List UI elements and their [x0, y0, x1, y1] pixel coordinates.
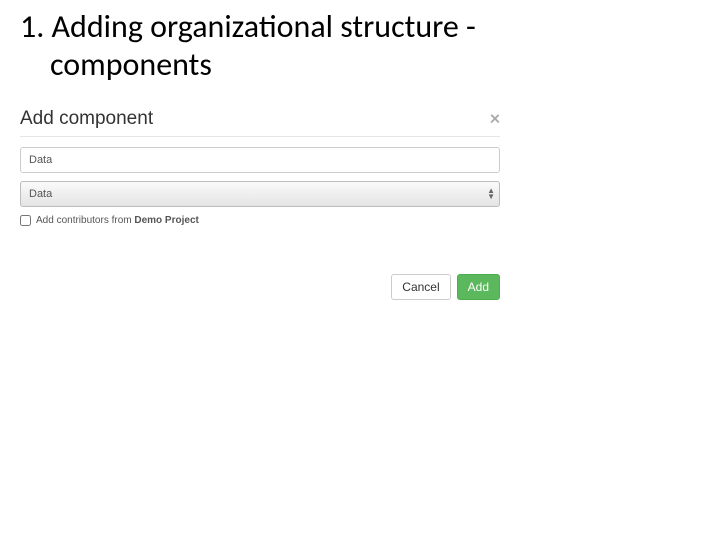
cancel-button[interactable]: Cancel	[391, 274, 450, 300]
slide-title: 1. Adding organizational structure - com…	[0, 0, 720, 85]
add-contributors-row[interactable]: Add contributors from Demo Project	[20, 215, 500, 226]
dialog-footer: Cancel Add	[20, 274, 500, 300]
dialog-header: Add component ×	[20, 100, 500, 136]
add-component-dialog: Add component × Data ▲▼ Add contributors…	[20, 100, 500, 300]
close-icon[interactable]: ×	[490, 109, 500, 129]
add-button[interactable]: Add	[457, 274, 500, 300]
slide-title-line1: 1. Adding organizational structure -	[20, 8, 700, 46]
add-contributors-label: Add contributors from Demo Project	[36, 215, 199, 226]
component-category-select[interactable]: Data ▲▼	[20, 181, 500, 207]
component-category-selected-value: Data	[29, 188, 52, 200]
slide-title-line2: components	[20, 46, 700, 84]
component-name-input[interactable]	[20, 147, 500, 173]
add-contributors-checkbox[interactable]	[20, 215, 31, 226]
select-updown-icon: ▲▼	[487, 188, 495, 200]
divider	[20, 136, 500, 137]
dialog-title: Add component	[20, 108, 153, 130]
